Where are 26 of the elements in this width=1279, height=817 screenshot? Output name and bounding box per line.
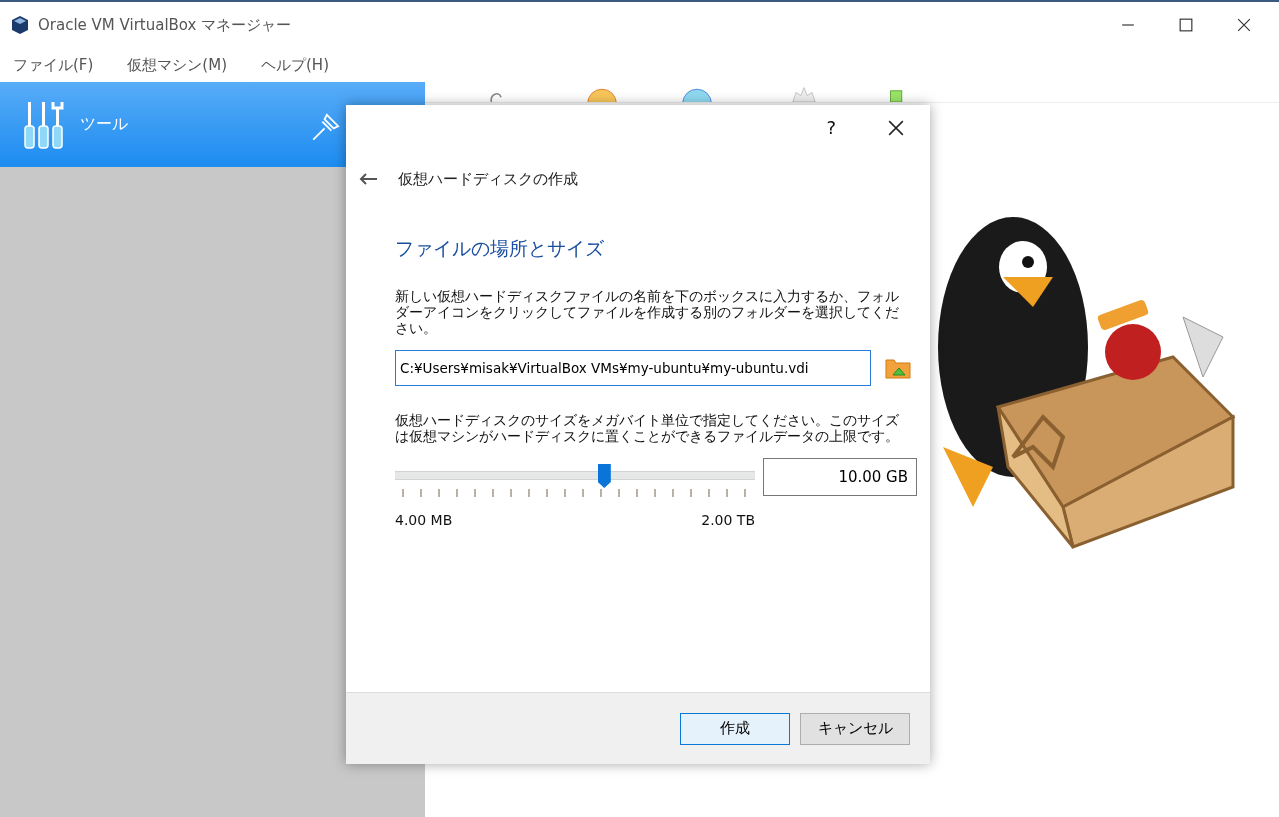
back-arrow-icon[interactable] [358, 172, 378, 186]
location-description: 新しい仮想ハードディスクファイルの名前を下のボックスに入力するか、フォルダーアイコンをクリックしてファイルを作成する別のフォルダーを選択してください。 [395, 288, 900, 336]
close-icon[interactable] [1237, 18, 1251, 32]
help-button[interactable]: ? [826, 117, 836, 138]
slider-handle[interactable] [597, 464, 611, 488]
size-description: 仮想ハードディスクのサイズをメガバイト単位で指定してください。このサイズは仮想マシンがハードディスクに置くことができるファイルデータの上限です。 [395, 412, 900, 444]
size-field[interactable]: 10.00 GB [763, 458, 917, 496]
dialog-title: 仮想ハードディスクの作成 [398, 169, 578, 189]
cancel-button[interactable]: キャンセル [800, 712, 910, 745]
menu-item[interactable]: ヘルプ(H) [261, 55, 329, 75]
cube-logo-icon [10, 15, 30, 35]
max-size-label: 2.00 TB [701, 512, 755, 528]
close-icon[interactable] [888, 119, 904, 136]
window-title: Oracle VM VirtualBox マネージャー [38, 15, 292, 35]
tools-label: ツール [80, 114, 128, 135]
tools-icon [22, 99, 66, 150]
file-location-field[interactable]: C:¥Users¥misak¥VirtualBox VMs¥my-ubuntu¥my-ubuntu.vdi [395, 350, 871, 386]
maximize-icon[interactable] [1179, 18, 1193, 32]
create-button[interactable]: 作成 [680, 712, 790, 745]
toolbar-icon[interactable] [585, 86, 619, 102]
menu-item[interactable]: 仮想マシン(M) [127, 55, 227, 75]
min-size-label: 4.00 MB [395, 512, 453, 528]
menu-item[interactable]: ファイル(F) [13, 55, 94, 75]
toolbar-icon[interactable] [680, 86, 714, 102]
folder-icon[interactable] [885, 356, 911, 380]
page-heading: ファイルの場所とサイズ [395, 236, 605, 261]
